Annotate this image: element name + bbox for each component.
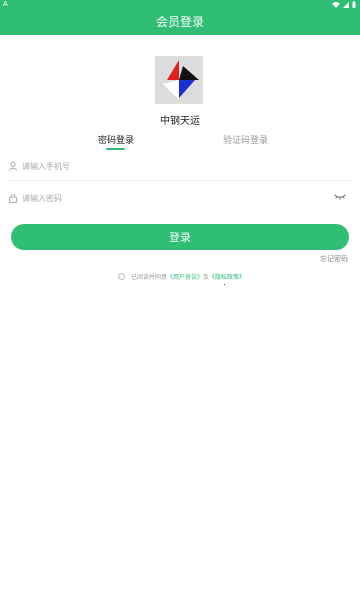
tab-password-login[interactable]: 密码登录 — [98, 133, 134, 146]
battery-icon — [352, 1, 356, 8]
page-title: 会员登录 — [155, 15, 204, 29]
company-logo-icon — [155, 56, 203, 104]
stray-dot — [224, 284, 225, 285]
status-icons — [332, 0, 356, 9]
phone-input[interactable] — [22, 161, 352, 171]
tab-code-login[interactable]: 验证码登录 — [223, 133, 268, 146]
forgot-password-link[interactable]: 忘记密码 — [320, 254, 348, 264]
agreement-prefix: 已阅读并同意 — [131, 273, 168, 281]
active-tab-indicator — [106, 148, 125, 150]
user-agreement-link[interactable]: 《用户协议》 — [167, 272, 203, 281]
privacy-policy-link[interactable]: 《隐私政策》 — [209, 272, 245, 281]
login-button[interactable]: 登录 — [11, 224, 349, 250]
field-divider — [8, 180, 352, 181]
signal-icon — [343, 1, 349, 8]
password-input[interactable] — [22, 193, 352, 203]
lock-icon — [9, 194, 17, 203]
user-icon — [8, 161, 18, 171]
app-bar: 会员登录 — [0, 9, 360, 35]
agreement-radio[interactable] — [118, 272, 125, 280]
status-bar: A — [0, 0, 360, 9]
phone-field — [8, 155, 352, 177]
wifi-icon — [332, 1, 340, 8]
agreement-row: 已阅读并同意 《用户协议》 及 《隐私政策》 — [118, 271, 245, 281]
eye-closed-icon[interactable] — [334, 193, 346, 201]
company-name: 中钢天运 — [160, 116, 200, 127]
status-left-label: A — [3, 0, 8, 8]
password-field — [8, 187, 352, 209]
company-logo — [155, 56, 203, 104]
